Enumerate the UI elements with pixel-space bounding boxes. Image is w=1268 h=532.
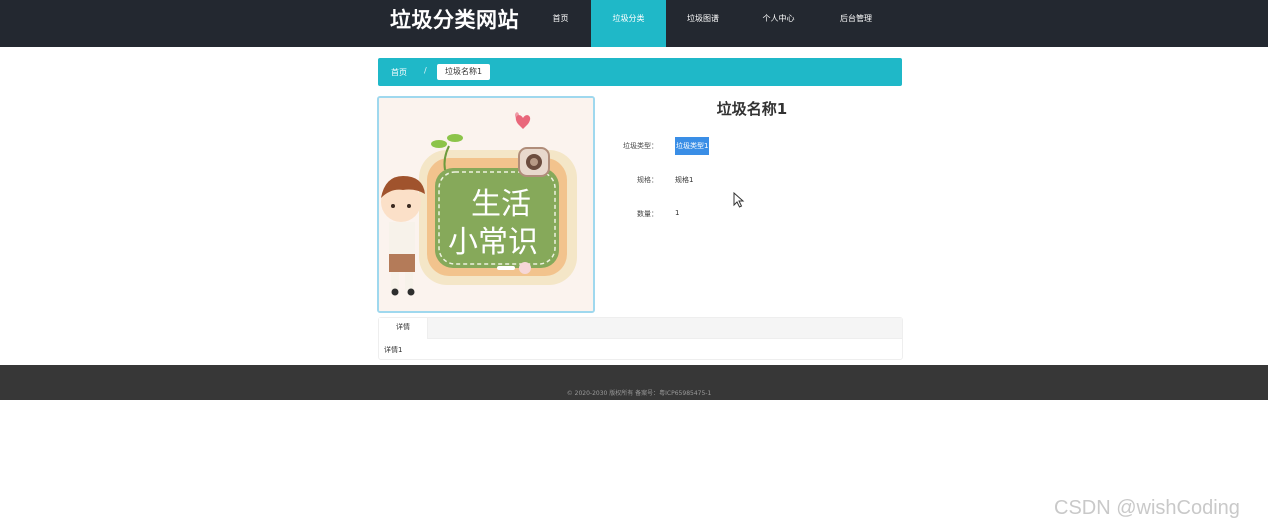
image-text-line1: 生活 [471, 187, 531, 222]
breadcrumb: 首页 / 垃圾名称1 [378, 58, 902, 86]
detail-tabs: 详情 详情1 [378, 317, 903, 360]
site-logo[interactable]: 垃圾分类网站 [390, 6, 519, 34]
tab-strip [379, 318, 902, 339]
field-value-quantity: 1 [675, 209, 680, 217]
image-text-line2: 小常识 [448, 225, 538, 260]
nav-admin[interactable]: 后台管理 [817, 0, 895, 47]
tab-content: 详情1 [384, 346, 403, 354]
field-label-quantity: 数量： [637, 210, 658, 218]
breadcrumb-separator: / [424, 66, 427, 75]
field-label-spec: 规格： [637, 176, 658, 184]
breadcrumb-home-link[interactable]: 首页 [391, 67, 407, 78]
product-image: 生活 小常识 [377, 96, 595, 313]
top-navbar: 垃圾分类网站 首页 垃圾分类 垃圾图谱 个人中心 后台管理 [0, 0, 1268, 47]
mouse-cursor-icon [733, 192, 745, 208]
main-nav: 首页 垃圾分类 垃圾图谱 个人中心 后台管理 [530, 0, 895, 47]
footer: © 2020-2030 版权所有 备案号：粤ICP65985475-1 [0, 365, 1268, 400]
field-value-spec: 规格1 [675, 176, 694, 184]
nav-garbage-classification[interactable]: 垃圾分类 [591, 0, 666, 47]
footer-copyright: © 2020-2030 版权所有 备案号：粤ICP65985475-1 [566, 390, 712, 397]
nav-home[interactable]: 首页 [530, 0, 591, 47]
field-label-garbage-type: 垃圾类型： [623, 142, 658, 150]
selected-text: 垃圾类型1 [675, 137, 710, 155]
nav-personal-center[interactable]: 个人中心 [740, 0, 817, 47]
breadcrumb-current: 垃圾名称1 [437, 64, 491, 80]
field-value-garbage-type: 垃圾类型1 [675, 137, 710, 155]
life-tips-illustration: 生活 小常识 [379, 98, 593, 311]
tab-detail[interactable]: 详情 [379, 318, 428, 339]
product-title: 垃圾名称1 [716, 100, 788, 118]
nav-garbage-atlas[interactable]: 垃圾图谱 [666, 0, 740, 47]
csdn-watermark: CSDN @wishCoding [1054, 497, 1240, 519]
